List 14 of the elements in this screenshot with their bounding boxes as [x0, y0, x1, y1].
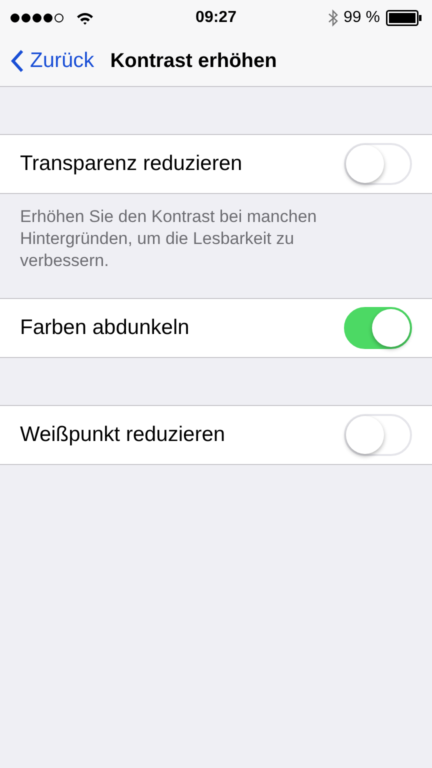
toggle-switch[interactable]	[344, 307, 412, 349]
battery-icon	[386, 10, 422, 26]
wifi-icon	[76, 12, 94, 24]
status-time: 09:27	[196, 9, 236, 27]
section-footer: Erhöhen Sie den Kontrast bei manchen Hintergründen, um die Lesbarkeit zu verbessern.	[0, 194, 432, 298]
row-label: Transparenz reduzieren	[20, 152, 242, 176]
signal-icon	[10, 13, 64, 23]
battery-percent: 99 %	[344, 9, 380, 27]
bluetooth-icon	[328, 9, 338, 27]
screen-title: Kontrast erhöhen	[110, 50, 277, 72]
back-button[interactable]: Zurück	[10, 49, 94, 73]
row-label: Farben abdunkeln	[20, 316, 190, 340]
chevron-left-icon	[10, 49, 24, 73]
row-label: Weißpunkt reduzieren	[20, 423, 226, 447]
